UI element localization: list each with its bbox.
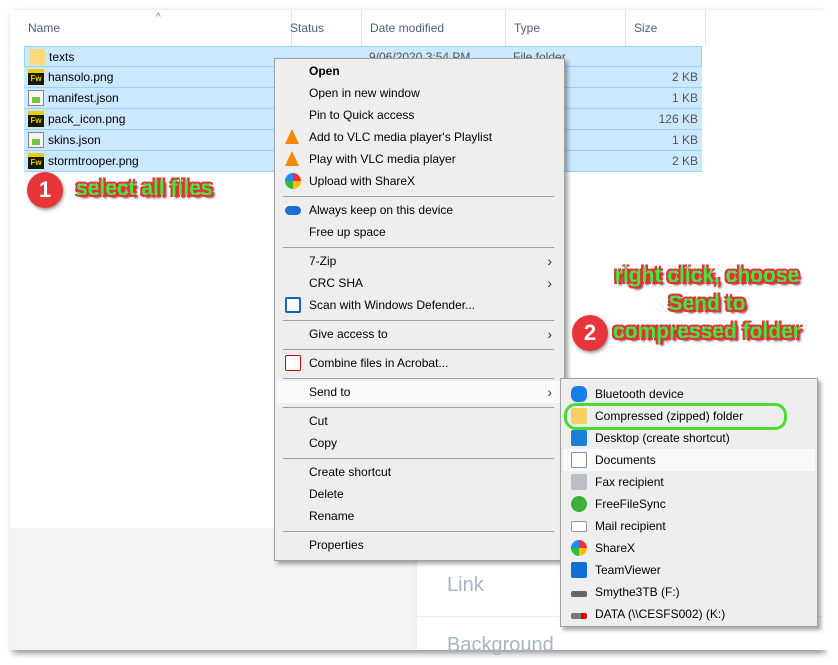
menu-properties[interactable]: Properties bbox=[277, 534, 562, 556]
menu-open[interactable]: Open bbox=[277, 60, 562, 82]
sendto-documents[interactable]: Documents bbox=[563, 449, 815, 471]
menu-combine-acrobat[interactable]: Combine files in Acrobat... bbox=[277, 352, 562, 374]
menu-7zip[interactable]: 7-Zip › bbox=[277, 250, 562, 272]
desktop-icon bbox=[571, 430, 587, 446]
menu-free-up-space[interactable]: Free up space bbox=[277, 221, 562, 243]
menu-vlc-playlist[interactable]: Add to VLC media player's Playlist bbox=[277, 126, 562, 148]
link-label: Link bbox=[447, 574, 484, 596]
sendto-teamviewer[interactable]: TeamViewer bbox=[563, 559, 815, 581]
sendto-sharex[interactable]: ShareX bbox=[563, 537, 815, 559]
chevron-right-icon: › bbox=[547, 326, 552, 342]
vlc-icon bbox=[285, 129, 299, 144]
file-size: 126 KB bbox=[658, 112, 698, 126]
file-name: pack_icon.png bbox=[48, 112, 126, 126]
fireworks-file-icon: Fw bbox=[28, 153, 44, 169]
menu-always-keep[interactable]: Always keep on this device bbox=[277, 199, 562, 221]
sharex-icon bbox=[285, 173, 301, 189]
sendto-mail[interactable]: Mail recipient bbox=[563, 515, 815, 537]
menu-give-access[interactable]: Give access to › bbox=[277, 323, 562, 345]
menu-crc-sha[interactable]: CRC SHA › bbox=[277, 272, 562, 294]
fax-icon bbox=[571, 474, 587, 490]
file-name: texts bbox=[49, 50, 75, 64]
sendto-drive-f[interactable]: Smythe3TB (F:) bbox=[563, 581, 815, 603]
column-date-modified[interactable]: Date modified bbox=[362, 10, 506, 46]
teamviewer-icon bbox=[571, 562, 587, 578]
file-name: skins.json bbox=[48, 133, 101, 147]
menu-cut[interactable]: Cut bbox=[277, 410, 562, 432]
sendto-network-drive-k[interactable]: DATA (\\CESFS002) (K:) bbox=[563, 603, 815, 625]
chevron-right-icon: › bbox=[547, 253, 552, 269]
sharex-icon bbox=[571, 540, 587, 556]
column-header: Name ^ Status Date modified Type Size bbox=[10, 10, 730, 46]
file-size: 1 KB bbox=[671, 133, 698, 147]
documents-icon bbox=[571, 452, 587, 468]
defender-shield-icon bbox=[285, 297, 301, 313]
acrobat-icon bbox=[285, 355, 301, 371]
step-1-annotation: select all files bbox=[76, 177, 213, 200]
sendto-desktop[interactable]: Desktop (create shortcut) bbox=[563, 427, 815, 449]
file-name: manifest.json bbox=[48, 91, 119, 105]
window-edge bbox=[822, 10, 838, 650]
fireworks-file-icon: Fw bbox=[28, 69, 44, 85]
sendto-fax[interactable]: Fax recipient bbox=[563, 471, 815, 493]
file-size: 1 KB bbox=[671, 91, 698, 105]
vlc-icon bbox=[285, 151, 299, 166]
menu-pin-quick-access[interactable]: Pin to Quick access bbox=[277, 104, 562, 126]
file-name: hansolo.png bbox=[48, 70, 114, 84]
context-menu: Open Open in new window Pin to Quick acc… bbox=[274, 58, 565, 561]
background-label: Background bbox=[447, 634, 554, 656]
column-status[interactable]: Status bbox=[282, 10, 362, 46]
file-name: stormtrooper.png bbox=[48, 154, 139, 168]
menu-open-new-window[interactable]: Open in new window bbox=[277, 82, 562, 104]
file-size: 2 KB bbox=[671, 154, 698, 168]
menu-sharex-upload[interactable]: Upload with ShareX bbox=[277, 170, 562, 192]
file-size: 2 KB bbox=[671, 70, 698, 84]
column-type[interactable]: Type bbox=[506, 10, 626, 46]
onedrive-icon bbox=[285, 206, 301, 215]
sendto-freefilesync[interactable]: FreeFileSync bbox=[563, 493, 815, 515]
menu-delete[interactable]: Delete bbox=[277, 483, 562, 505]
menu-send-to[interactable]: Send to › bbox=[277, 381, 562, 403]
sort-ascending-icon: ^ bbox=[156, 12, 161, 23]
freefilesync-icon bbox=[571, 496, 587, 512]
menu-vlc-play[interactable]: Play with VLC media player bbox=[277, 148, 562, 170]
step-2-badge: 2 bbox=[572, 315, 608, 351]
step-2-annotation: right click, choose Send to compressed f… bbox=[613, 264, 801, 343]
menu-scan-defender[interactable]: Scan with Windows Defender... bbox=[277, 294, 562, 316]
menu-rename[interactable]: Rename bbox=[277, 505, 562, 527]
chevron-right-icon: › bbox=[547, 384, 552, 400]
menu-create-shortcut[interactable]: Create shortcut bbox=[277, 461, 562, 483]
highlight-ring bbox=[564, 403, 787, 430]
column-size[interactable]: Size bbox=[626, 10, 706, 46]
step-1-badge: 1 bbox=[27, 172, 63, 208]
mail-icon bbox=[571, 521, 587, 532]
sendto-bluetooth[interactable]: Bluetooth device bbox=[563, 383, 815, 405]
text-file-icon bbox=[28, 90, 44, 106]
fireworks-file-icon: Fw bbox=[28, 111, 44, 127]
chevron-right-icon: › bbox=[547, 275, 552, 291]
text-file-icon bbox=[28, 132, 44, 148]
disconnected-drive-icon bbox=[571, 613, 587, 619]
folder-icon bbox=[29, 49, 45, 65]
bluetooth-icon bbox=[571, 386, 587, 402]
menu-copy[interactable]: Copy bbox=[277, 432, 562, 454]
drive-icon bbox=[571, 591, 587, 597]
